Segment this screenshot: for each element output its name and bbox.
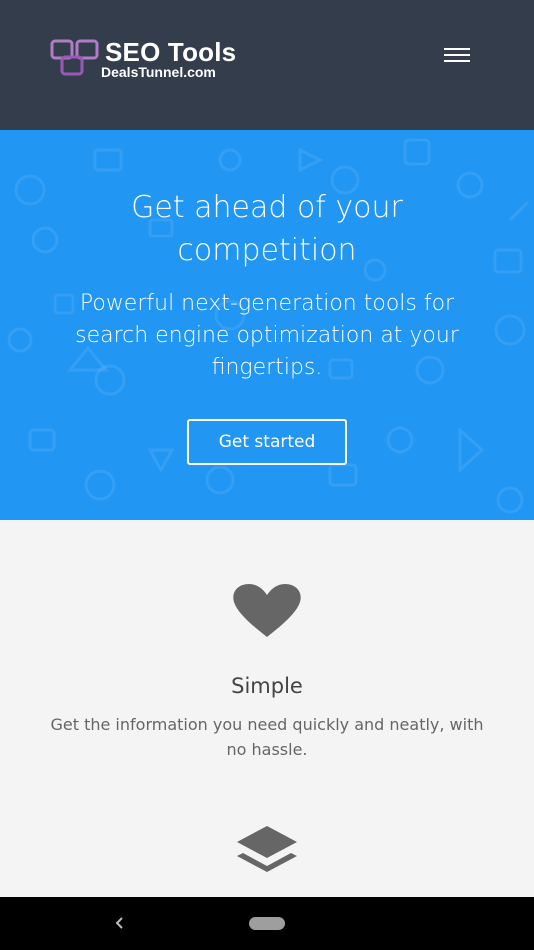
hero-title: Get ahead of your competition — [131, 190, 403, 268]
system-navigation-bar — [0, 897, 534, 950]
app-header: SEO Tools DealsTunnel.com — [0, 0, 534, 130]
home-pill-icon[interactable] — [249, 917, 285, 930]
back-chevron-icon[interactable] — [108, 911, 132, 935]
feature-title: Simple — [231, 674, 303, 698]
get-started-button[interactable]: Get started — [187, 419, 347, 465]
logo[interactable]: SEO Tools DealsTunnel.com — [50, 37, 270, 82]
feature-description: Get the information you need quickly and… — [50, 715, 484, 759]
menu-button[interactable] — [440, 44, 474, 66]
layers-icon — [237, 826, 297, 872]
heart-icon — [233, 584, 301, 637]
hamburger-icon — [444, 48, 470, 50]
hero-section: Get ahead of your competition Powerful n… — [0, 130, 534, 520]
hero-subtitle: Powerful next-generation tools for searc… — [75, 291, 459, 380]
logo-subtitle: DealsTunnel.com — [101, 64, 216, 80]
logo-squares-icon — [50, 39, 99, 76]
